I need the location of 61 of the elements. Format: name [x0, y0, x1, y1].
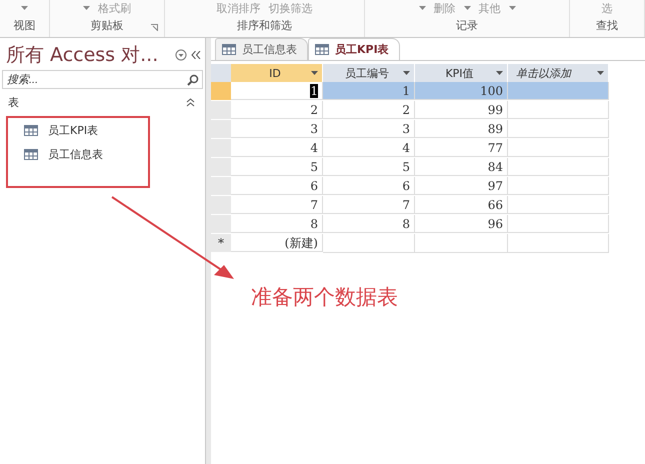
column-header[interactable]: KPI值 — [415, 64, 508, 82]
table-cell: 96 — [415, 215, 508, 233]
table-cell: 97 — [415, 177, 508, 195]
table-cell: 1 — [323, 82, 415, 100]
nav-pane-title: 所有 Access 对... — [6, 43, 160, 68]
group-label: 视图 — [14, 18, 36, 33]
table-icon — [315, 44, 329, 55]
table-cell: 99 — [415, 101, 508, 119]
dialog-launcher-icon[interactable] — [151, 24, 158, 31]
caret-icon[interactable] — [418, 6, 426, 10]
table-icon — [222, 44, 236, 55]
table-cell: 3 — [231, 120, 323, 138]
table-cell: 3 — [323, 120, 415, 138]
nav-item[interactable]: 员工KPI表 — [8, 118, 148, 142]
search-field[interactable]: 搜索... — [2, 70, 203, 89]
table-cell: 4 — [231, 139, 323, 157]
column-header[interactable]: ID — [231, 64, 323, 82]
table-cell: (新建) — [231, 234, 323, 252]
document-tab[interactable]: 员工信息表 — [215, 38, 308, 60]
table-cell: 5 — [323, 158, 415, 176]
table-cell: 6 — [323, 177, 415, 195]
group-label: 剪贴板 — [90, 18, 124, 33]
table-cell: 7 — [231, 196, 323, 214]
new-record-marker: * — [211, 234, 231, 252]
group-label: 排序和筛选 — [237, 18, 292, 33]
collapse-icon[interactable] — [186, 98, 195, 107]
table-icon — [24, 148, 38, 160]
section-header: 表 — [8, 95, 19, 110]
nav-item[interactable]: 员工信息表 — [8, 142, 148, 166]
caret-icon[interactable] — [597, 71, 604, 75]
table-cell: 84 — [415, 158, 508, 176]
table-cell: 100 — [415, 82, 508, 100]
table-cell: 2 — [323, 101, 415, 119]
caret-icon[interactable] — [21, 6, 28, 10]
group-label: 查找 — [596, 18, 618, 33]
caret-icon[interactable] — [496, 71, 503, 75]
table-cell: 4 — [323, 139, 415, 157]
table-cell: 89 — [415, 120, 508, 138]
table-cell: 8 — [323, 215, 415, 233]
column-header[interactable]: 单击以添加 — [508, 64, 609, 82]
table-cell: 1 — [231, 82, 323, 100]
table-cell: 8 — [231, 215, 323, 233]
search-icon[interactable] — [187, 74, 199, 86]
table-icon — [24, 124, 38, 136]
caret-icon[interactable] — [464, 6, 470, 10]
table-cell: 2 — [231, 101, 323, 119]
annotation-text: 准备两个数据表 — [251, 284, 398, 311]
group-label: 记录 — [456, 18, 478, 33]
caret-icon[interactable] — [83, 6, 90, 10]
column-header[interactable]: 员工编号 — [323, 64, 415, 82]
table-cell: 6 — [231, 177, 323, 195]
caret-icon[interactable] — [311, 71, 318, 75]
table-cell: 5 — [231, 158, 323, 176]
table-cell: 7 — [323, 196, 415, 214]
dropdown-circle-icon[interactable] — [175, 49, 187, 61]
caret-icon[interactable] — [508, 6, 516, 10]
caret-icon[interactable] — [403, 71, 410, 75]
table-cell: 77 — [415, 139, 508, 157]
table-cell: 66 — [415, 196, 508, 214]
document-tab[interactable]: 员工KPI表 — [308, 38, 400, 60]
collapse-icon[interactable] — [191, 51, 201, 59]
